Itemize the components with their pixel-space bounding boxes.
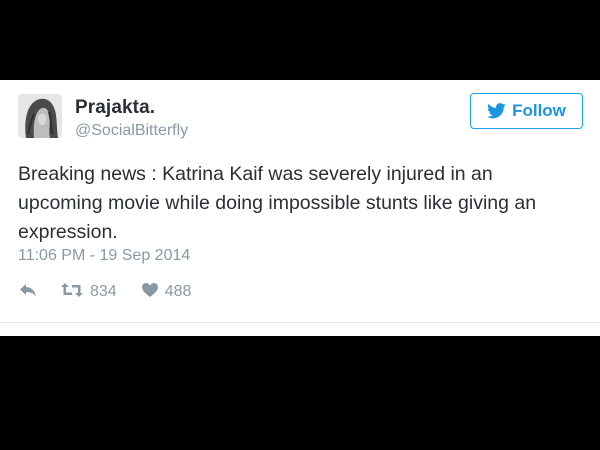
retweet-button[interactable]: 834 <box>60 282 117 303</box>
divider <box>0 322 600 323</box>
letterbox-top <box>0 0 600 80</box>
letterbox-bottom <box>0 336 600 450</box>
display-name[interactable]: Prajakta. <box>75 97 155 119</box>
retweet-count: 834 <box>90 283 117 300</box>
reply-button[interactable] <box>18 282 38 303</box>
tweet-card: Prajakta. @SocialBitterfly Follow Breaki… <box>0 80 600 336</box>
tweet-timestamp[interactable]: 11:06 PM - 19 Sep 2014 <box>18 247 190 265</box>
twitter-bird-icon <box>487 103 506 119</box>
avatar-image <box>18 94 62 138</box>
reply-icon <box>18 282 38 303</box>
tweet-text: Breaking news : Katrina Kaif was severel… <box>18 163 537 243</box>
follow-button[interactable]: Follow <box>470 93 583 129</box>
like-count: 488 <box>164 283 192 300</box>
tweet-actions: 834 488 <box>18 281 191 303</box>
avatar[interactable] <box>18 94 62 138</box>
retweet-icon <box>60 282 84 303</box>
follow-label: Follow <box>512 101 566 120</box>
heart-icon <box>141 282 159 303</box>
like-button[interactable]: 488 <box>141 282 192 303</box>
user-handle[interactable]: @SocialBitterfly <box>75 122 188 140</box>
